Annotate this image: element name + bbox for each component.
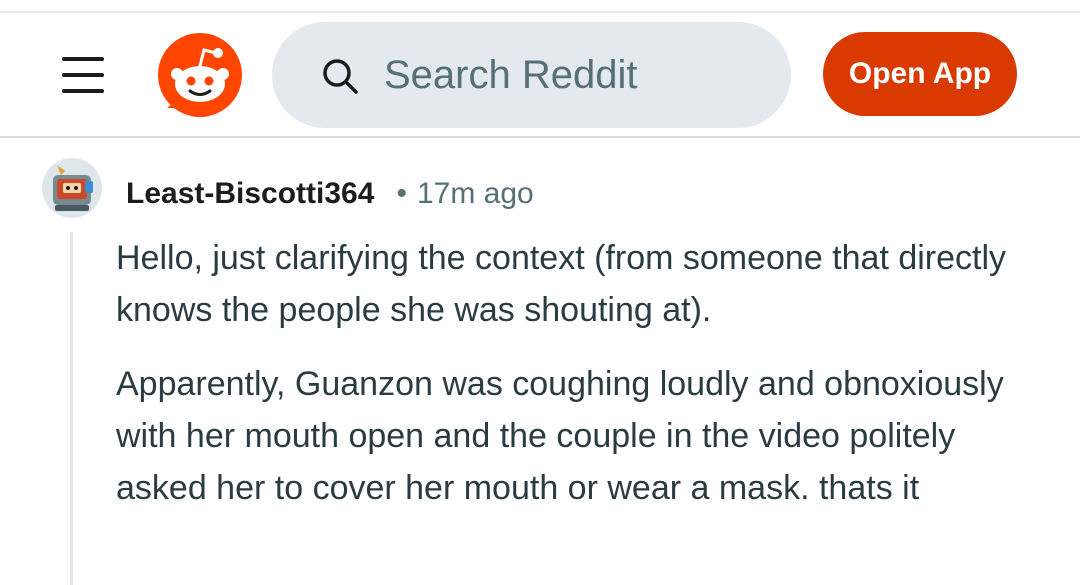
comment-author[interactable]: Least-Biscotti364 xyxy=(126,177,374,211)
comment-meta: Least-Biscotti364 • 17m ago xyxy=(126,174,534,214)
meta-separator: • xyxy=(396,177,407,210)
comment-timestamp: 17m ago xyxy=(416,177,534,210)
comment-paragraph-2: Apparently, Guanzon was coughing loudly … xyxy=(116,365,1004,507)
comment-paragraph-1: Hello, just clarifying the context (from… xyxy=(116,239,1007,329)
top-app-bar: Search Reddit Open App xyxy=(0,13,1080,138)
open-app-button[interactable]: Open App xyxy=(823,32,1017,116)
comment-body: Hello, just clarifying the context (from… xyxy=(116,232,1046,536)
reddit-logo-icon[interactable] xyxy=(157,32,243,118)
avatar[interactable] xyxy=(41,157,103,219)
comment-thread-line[interactable] xyxy=(70,232,73,585)
search-placeholder: Search Reddit xyxy=(384,53,638,97)
search-input[interactable]: Search Reddit xyxy=(272,22,791,128)
hamburger-menu-icon[interactable] xyxy=(62,57,106,93)
search-icon xyxy=(320,56,360,96)
